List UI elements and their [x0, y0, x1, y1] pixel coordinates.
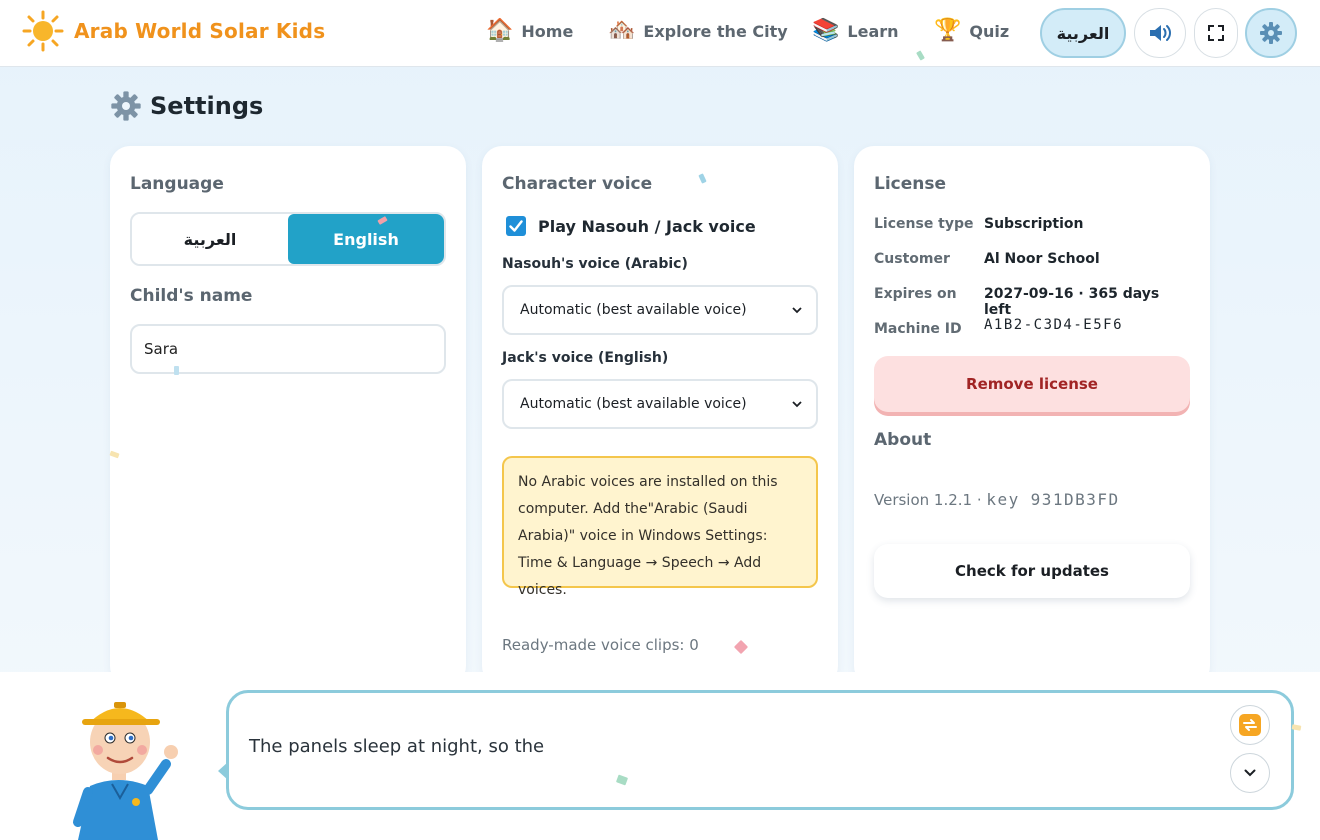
english-voice-select[interactable]: Automatic (best available voice)	[502, 379, 818, 429]
arabic-voice-select[interactable]: Automatic (best available voice)	[502, 285, 818, 335]
language-option-english[interactable]: English	[288, 214, 444, 264]
key-label: key	[986, 490, 1020, 509]
sun-icon	[22, 10, 64, 52]
customer-key: Customer	[874, 251, 950, 267]
play-voice-checkbox[interactable]	[506, 216, 526, 236]
version-info: Version 1.2.1 · key 931DB3FD	[874, 490, 1120, 509]
language-option-arabic[interactable]: العربية	[132, 214, 288, 264]
license-type-key: License type	[874, 216, 974, 232]
remove-license-button[interactable]: Remove license	[874, 356, 1190, 412]
voice-title: Character voice	[502, 174, 653, 194]
replay-button[interactable]	[1230, 705, 1270, 745]
voice-card: Character voice Play Nasouh / Jack voice…	[482, 146, 838, 686]
license-card: License License type Subscription Custom…	[854, 146, 1210, 686]
nav-quiz[interactable]: 🏆 Quiz	[934, 15, 1009, 47]
nav-home-label: Home	[521, 21, 574, 41]
nav-explore-city[interactable]: 🏘️ Explore the City	[608, 15, 788, 47]
app-name: Arab World Solar Kids	[74, 19, 326, 43]
gear-icon	[111, 91, 141, 121]
nav-learn-label: Learn	[847, 21, 899, 41]
replay-icon	[1239, 714, 1261, 736]
arabic-voice-label: Nasouh's voice (Arabic)	[502, 256, 688, 272]
top-bar: Arab World Solar Kids 🏠 Home 🏘️ Explore …	[0, 0, 1320, 67]
nav-quiz-label: Quiz	[969, 21, 1010, 41]
house-icon: 🏠	[486, 18, 514, 43]
collapse-button[interactable]	[1230, 753, 1270, 793]
check-updates-button[interactable]: Check for updates	[874, 544, 1190, 598]
customer-value: Al Noor School	[984, 251, 1100, 267]
missing-voices-notice: No Arabic voices are installed on this c…	[502, 456, 818, 598]
english-voice-value: Automatic (best available voice)	[520, 396, 747, 412]
arabic-voice-value: Automatic (best available voice)	[520, 302, 747, 318]
sound-button[interactable]	[1134, 8, 1186, 58]
language-title: Language	[130, 174, 224, 194]
jack-character	[73, 702, 178, 840]
page-title: Settings	[110, 90, 263, 122]
chevron-down-icon	[1244, 769, 1256, 777]
nav-explore-label: Explore the City	[643, 21, 788, 41]
speech-text: The panels sleep at night, so the	[249, 736, 545, 757]
key-value: 931DB3FD	[1030, 490, 1120, 509]
machine-id-value: A1B2-C3D4-E5F6	[984, 317, 1124, 333]
settings-button[interactable]	[1245, 8, 1297, 58]
language-card: Language العربية English Child's name	[110, 146, 466, 686]
fullscreen-button[interactable]	[1194, 8, 1238, 58]
expires-value: 2027-09-16 · 365 days left	[984, 286, 1160, 318]
city-icon: 🏘️	[608, 18, 636, 43]
fullscreen-icon	[1208, 25, 1224, 41]
nav-learn[interactable]: 📚 Learn	[812, 15, 899, 47]
language-toggle-button[interactable]: العربية	[1040, 8, 1126, 58]
play-voice-label: Play Nasouh / Jack voice	[538, 216, 756, 236]
english-voice-label: Jack's voice (English)	[502, 350, 669, 366]
books-icon: 📚	[812, 18, 840, 43]
confetti-piece	[174, 366, 179, 375]
checkmark-icon	[509, 220, 523, 232]
speaker-icon	[1150, 25, 1171, 41]
nav-home[interactable]: 🏠 Home	[486, 15, 573, 47]
about-title: About	[874, 430, 932, 450]
trophy-icon: 🏆	[934, 18, 962, 43]
brand[interactable]: Arab World Solar Kids	[22, 10, 325, 52]
child-name-label: Child's name	[130, 286, 253, 306]
expires-key: Expires on	[874, 286, 957, 302]
gear-icon	[1260, 22, 1282, 44]
page-title-text: Settings	[150, 92, 264, 120]
chevron-down-icon	[792, 400, 802, 407]
license-title: License	[874, 174, 947, 194]
chevron-down-icon	[792, 306, 802, 313]
voice-clips-count: Ready-made voice clips: 0	[502, 636, 699, 654]
language-selector: العربية English	[130, 212, 446, 266]
license-type-value: Subscription	[984, 216, 1084, 232]
play-voice-row[interactable]: Play Nasouh / Jack voice	[506, 216, 756, 236]
version-text: Version 1.2.1 ·	[874, 491, 987, 509]
machine-id-key: Machine ID	[874, 321, 962, 337]
